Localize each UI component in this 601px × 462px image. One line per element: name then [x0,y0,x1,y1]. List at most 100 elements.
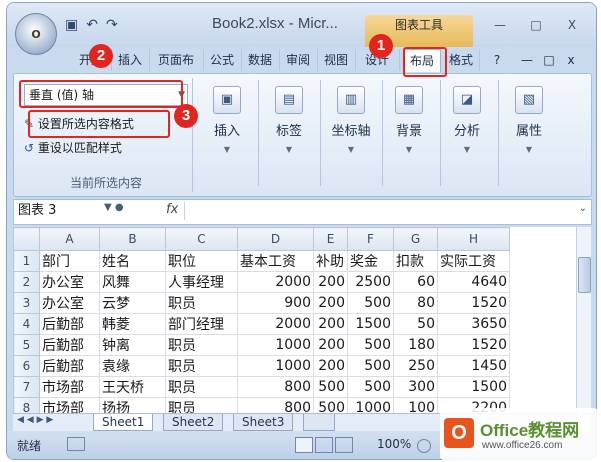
column-header[interactable]: A [39,227,100,251]
normal-view-icon[interactable] [295,437,313,453]
cell[interactable]: 800 [237,397,314,413]
cell[interactable]: 后勤部 [39,355,100,377]
cell[interactable]: 扬扬 [99,397,166,413]
vertical-scrollbar[interactable] [576,227,591,413]
cell[interactable]: 50 [393,313,438,335]
cell[interactable]: 1520 [437,292,510,314]
insert-sheet-icon[interactable] [303,414,335,431]
row-header[interactable]: 7 [13,376,40,398]
worksheet-grid[interactable]: A B C D E F G H 1 部门 姓名 职位 基本工资 补助 奖金 扣款 实际工资 2 办公… [13,227,576,413]
column-header[interactable]: G [393,227,438,251]
cell[interactable]: 300 [393,376,438,398]
cell[interactable]: 800 [237,376,314,398]
cell[interactable]: 500 [313,376,348,398]
cell[interactable]: 市场部 [39,376,100,398]
column-header[interactable]: C [165,227,238,251]
cell[interactable]: 云梦 [99,292,166,314]
column-header[interactable]: B [99,227,166,251]
cell[interactable]: 200 [313,292,348,314]
cell[interactable]: 1500 [437,376,510,398]
cell[interactable]: 100 [393,397,438,413]
cell[interactable]: 1450 [437,355,510,377]
cell[interactable]: 900 [237,292,314,314]
macro-record-icon[interactable] [67,437,85,451]
cell[interactable]: 市场部 [39,397,100,413]
cell[interactable]: 钟离 [99,334,166,356]
insert-button[interactable]: ▣ 插入 ▼ [200,82,254,182]
tab-page-layout[interactable]: 页面布 [149,49,204,71]
page-layout-view-icon[interactable] [315,437,333,453]
cell[interactable]: 扣款 [393,250,438,272]
reset-style-button[interactable]: ↺ 重设以匹配样式 [24,138,186,158]
page-break-view-icon[interactable] [335,437,353,453]
cell[interactable]: 韩菱 [99,313,166,335]
tab-insert[interactable]: 插入 [111,49,150,71]
cell[interactable]: 200 [313,313,348,335]
formula-input[interactable] [184,202,565,220]
expand-formula-bar-icon[interactable]: ⌄ [579,203,587,214]
tab-review[interactable]: 审阅 [279,49,318,71]
redo-icon[interactable]: ↷ [106,17,118,33]
cell[interactable]: 办公室 [39,292,100,314]
axes-button[interactable]: ▥ 坐标轴 ▼ [324,82,378,182]
cell[interactable]: 1520 [437,334,510,356]
row-header[interactable]: 2 [13,271,40,293]
labels-button[interactable]: ▤ 标签 ▼ [262,82,316,182]
close-button[interactable]: X [559,17,585,33]
select-all-corner[interactable] [13,227,40,251]
cell[interactable]: 部门 [39,250,100,272]
cell[interactable]: 60 [393,271,438,293]
cell[interactable]: 袁缘 [99,355,166,377]
cell[interactable]: 500 [347,376,394,398]
cell[interactable]: 2000 [237,271,314,293]
undo-icon[interactable]: ↶ [86,17,98,33]
cell[interactable]: 实际工资 [437,250,510,272]
cell[interactable]: 基本工资 [237,250,314,272]
ribbon-minimize-button[interactable]: — [517,49,537,71]
row-header[interactable]: 3 [13,292,40,314]
row-header[interactable]: 5 [13,334,40,356]
sheet-nav-buttons[interactable]: ◀ ◀ ▶ ▶ [17,415,53,425]
analysis-button[interactable]: ◪ 分析 ▼ [440,82,494,182]
row-header[interactable]: 4 [13,313,40,335]
cell[interactable]: 200 [313,334,348,356]
cell[interactable]: 职员 [165,292,238,314]
column-header[interactable]: F [347,227,394,251]
cell[interactable]: 200 [313,355,348,377]
cell[interactable]: 风舞 [99,271,166,293]
zoom-level[interactable]: 100% [377,437,411,451]
cell[interactable]: 王天桥 [99,376,166,398]
cell[interactable]: 500 [347,355,394,377]
cell[interactable]: 部门经理 [165,313,238,335]
tab-data[interactable]: 数据 [241,49,280,71]
cell[interactable]: 办公室 [39,271,100,293]
cell[interactable]: 职员 [165,355,238,377]
cell[interactable]: 500 [313,397,348,413]
cell[interactable]: 2000 [237,313,314,335]
ribbon-close-button[interactable]: x [561,49,581,71]
cell[interactable]: 80 [393,292,438,314]
cell[interactable]: 后勤部 [39,313,100,335]
cell[interactable]: 职员 [165,376,238,398]
cell[interactable]: 职位 [165,250,238,272]
cell[interactable]: 2500 [347,271,394,293]
column-header[interactable]: E [313,227,348,251]
ribbon-restore-button[interactable]: □ [539,49,559,71]
cell[interactable]: 姓名 [99,250,166,272]
tab-format[interactable]: 格式 [443,49,480,71]
cell[interactable]: 补助 [313,250,348,272]
cell[interactable]: 后勤部 [39,334,100,356]
row-header[interactable]: 6 [13,355,40,377]
help-icon[interactable]: ? [487,49,507,71]
cell[interactable]: 250 [393,355,438,377]
cell[interactable]: 1500 [347,313,394,335]
cell[interactable]: 180 [393,334,438,356]
column-header[interactable]: D [237,227,314,251]
row-header[interactable]: 8 [13,397,40,413]
cell[interactable]: 200 [313,271,348,293]
background-button[interactable]: ▦ 背景 ▼ [382,82,436,182]
sheet-tab[interactable]: Sheet2 [163,414,224,431]
row-header[interactable]: 1 [13,250,40,272]
properties-button[interactable]: ▧ 属性 ▼ [502,82,556,182]
sheet-tab[interactable]: Sheet3 [233,414,294,431]
